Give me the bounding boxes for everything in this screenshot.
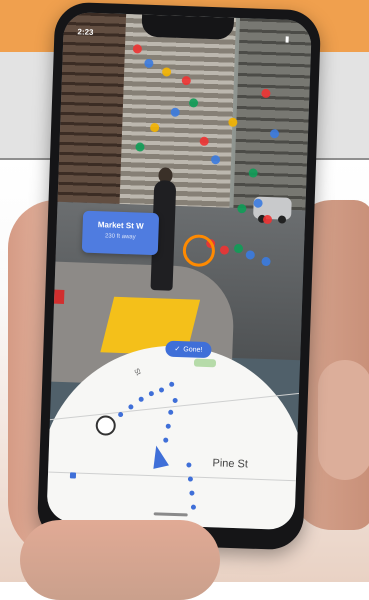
- map-street-label-top: St: [132, 367, 142, 377]
- route-dot: [158, 387, 165, 393]
- hand-finger: [318, 360, 369, 480]
- phone: 2:23 ▮ Market St W 230 ft away St Pine S…: [36, 1, 322, 551]
- hand-thumb: [20, 520, 220, 600]
- route-dot: [138, 396, 144, 402]
- route-dot: [172, 397, 178, 404]
- camera-notch: [141, 14, 235, 40]
- map-street-label: Pine St: [212, 457, 249, 471]
- map-road: [46, 471, 306, 482]
- route-dot: [186, 462, 192, 468]
- place-card[interactable]: Market St W 230 ft away: [81, 210, 160, 256]
- place-card-subtitle: 230 ft away: [104, 233, 136, 241]
- battery-icon: ▮: [284, 34, 290, 44]
- route-dot: [163, 437, 169, 443]
- gone-button[interactable]: ✓ Gone!: [165, 340, 212, 359]
- route-dot: [148, 391, 154, 397]
- route-dot: [190, 504, 197, 510]
- route-dot: [187, 476, 194, 482]
- phone-screen: 2:23 ▮ Market St W 230 ft away St Pine S…: [46, 11, 312, 531]
- route-dot: [169, 381, 175, 387]
- map-road: [46, 392, 308, 421]
- gone-button-label: Gone!: [183, 346, 203, 354]
- check-icon: ✓: [174, 345, 181, 354]
- route-dot: [118, 411, 124, 418]
- red-marker: [53, 289, 65, 305]
- map-park: [193, 358, 217, 368]
- map-small-marker: [69, 472, 77, 479]
- status-time: 2:23: [77, 27, 94, 37]
- route-dot: [165, 423, 171, 429]
- place-card-title: Market St W: [97, 220, 144, 231]
- destination-circle-icon: [95, 415, 117, 436]
- route-dot: [168, 409, 174, 415]
- route-dot: [128, 404, 134, 410]
- route-dot: [189, 490, 195, 496]
- location-arrow-icon: [148, 443, 169, 469]
